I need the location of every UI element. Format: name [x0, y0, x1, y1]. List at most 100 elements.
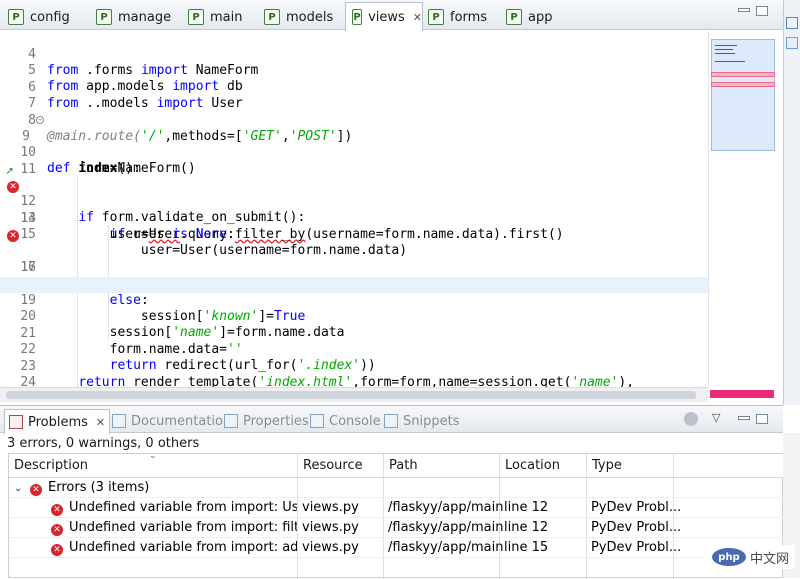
tab-label: main [210, 9, 243, 25]
right-trim-toolbar [783, 0, 800, 405]
code-line: 24 known=session.get('known',False), [0, 359, 708, 387]
code-line: 7 [0, 80, 708, 111]
code-line: 14 if user is None: [0, 195, 708, 242]
tab-problems[interactable]: Problems ✕ [4, 409, 111, 434]
hierarchy-icon[interactable] [786, 37, 798, 49]
tab-models[interactable]: P models [258, 4, 344, 30]
code-line: 18 else: [0, 261, 708, 308]
close-icon[interactable]: ✕ [413, 11, 422, 24]
tab-console[interactable]: Console [310, 411, 381, 431]
problem-description: Undefined variable from import: filter_b… [69, 520, 297, 535]
group-label: Errors (3 items) [48, 480, 150, 495]
row-divider [9, 557, 784, 558]
filter-icon[interactable] [684, 412, 698, 426]
overview-code-line [715, 61, 745, 62]
problem-resource: views.py [302, 500, 359, 515]
code-line: 10 form=NameForm() [0, 129, 708, 176]
overview-code-line [715, 45, 737, 46]
problem-type: PyDev Probl... [591, 500, 682, 515]
view-menu-icon[interactable]: ▽ [712, 411, 720, 424]
error-icon: ✕ [51, 524, 63, 536]
tab-label: Problems [28, 414, 88, 430]
column-path[interactable]: Path [389, 458, 418, 473]
code-line: 11 [0, 146, 708, 177]
tab-config[interactable]: P config [2, 4, 82, 30]
code-line: ✕ 13 user=User.query.filter_by(username=… [0, 179, 708, 242]
python-file-error-icon: P [352, 9, 363, 25]
horizontal-scrollbar[interactable] [0, 387, 708, 402]
outline-icon[interactable] [786, 17, 798, 29]
php-logo: php [712, 548, 746, 566]
code-line: 9 − def index(): [0, 113, 708, 176]
minimize-icon[interactable] [738, 8, 750, 12]
code-line: 21 form.name.data='' [0, 310, 708, 357]
maximize-icon[interactable] [756, 6, 768, 16]
column-resource[interactable]: Resource [303, 458, 363, 473]
editor-tab-bar: P config P manage P main P models P view… [0, 0, 783, 31]
python-file-icon: P [428, 9, 444, 25]
tree-group-row[interactable]: ⌄ ✕ Errors (3 items) [9, 478, 784, 497]
tab-label: forms [450, 9, 488, 25]
tab-documentation[interactable]: Documentation [112, 411, 231, 431]
error-marker-icon[interactable]: ✕ [7, 180, 19, 193]
overview-error-marker[interactable] [711, 72, 775, 77]
problem-description: Undefined variable from import: User [69, 500, 297, 515]
breakpoint-arrow-icon: ➚ [6, 164, 14, 179]
column-location[interactable]: Location [505, 458, 560, 473]
close-icon[interactable]: ✕ [96, 416, 105, 429]
problem-type: PyDev Probl... [591, 540, 682, 555]
minimize-icon[interactable] [738, 416, 750, 420]
overview-error-summary[interactable] [710, 390, 774, 398]
maximize-icon[interactable] [756, 414, 768, 424]
tab-main[interactable]: P main [182, 4, 256, 30]
overview-error-marker[interactable] [711, 82, 775, 87]
problem-resource: views.py [302, 540, 359, 555]
site-watermark: php 中文网 [706, 545, 796, 569]
code-line: 4 from .forms import NameForm [0, 31, 708, 78]
problems-table[interactable]: Description ⌄ Resource Path Location Typ… [8, 451, 784, 579]
problem-location: line 15 [504, 540, 549, 555]
error-icon: ✕ [51, 504, 63, 516]
overview-ruler[interactable] [708, 31, 776, 387]
snippets-icon [384, 414, 398, 428]
python-file-icon: P [264, 9, 280, 25]
column-description[interactable]: Description [14, 458, 88, 473]
tab-manage[interactable]: P manage [90, 4, 176, 30]
overview-viewport[interactable] [711, 39, 775, 151]
tab-views[interactable]: P views ✕ [345, 2, 423, 31]
tab-properties[interactable]: Properties [224, 411, 309, 431]
problem-path: /flaskyy/app/main [388, 520, 504, 535]
watermark-text: 中文网 [750, 551, 790, 567]
error-marker-icon[interactable]: ✕ [7, 229, 19, 242]
documentation-icon [112, 414, 126, 428]
problems-icon [9, 415, 23, 429]
code-line: ✕ 16 db.session.add(user) [0, 228, 708, 291]
tab-snippets[interactable]: Snippets [384, 411, 459, 431]
table-row[interactable]: ✕ Undefined variable from import: add vie… [9, 538, 784, 557]
tab-app[interactable]: P app [500, 4, 570, 30]
table-row[interactable]: ✕ Undefined variable from import: User vi… [9, 498, 784, 517]
tab-label: manage [118, 9, 172, 25]
tab-label: models [286, 9, 334, 25]
tab-label: Snippets [403, 413, 460, 429]
table-row[interactable]: ✕ Undefined variable from import: filter_… [9, 518, 784, 537]
code-editor[interactable]: 4 from .forms import NameForm 5 from app… [0, 31, 708, 387]
problem-location: line 12 [504, 520, 549, 535]
code-line: ➚ 12 if form.validate_on_submit(): [0, 162, 708, 225]
fold-toggle-icon[interactable]: − [36, 116, 44, 124]
python-file-icon: P [8, 9, 24, 25]
python-file-error-icon: P [188, 9, 204, 25]
problems-summary: 3 errors, 0 warnings, 0 others [7, 436, 200, 451]
tab-label: views [368, 9, 405, 25]
code-line: 25 current_time=datetime.utcnow()) [0, 375, 708, 387]
tab-forms[interactable]: P forms [422, 4, 500, 30]
column-type[interactable]: Type [592, 458, 622, 473]
code-line: 23 return render_template('index.html',f… [0, 343, 708, 387]
problem-path: /flaskyy/app/main [388, 540, 504, 555]
overview-code-line [715, 53, 735, 54]
bottom-view-tab-bar: Problems ✕ Documentation Properties Cons… [0, 405, 783, 434]
properties-icon [224, 414, 238, 428]
collapse-icon[interactable]: ⌄ [14, 483, 24, 494]
scrollbar-thumb[interactable] [6, 391, 696, 399]
code-line: 15 user=User(username=form.name.data) [0, 211, 708, 258]
